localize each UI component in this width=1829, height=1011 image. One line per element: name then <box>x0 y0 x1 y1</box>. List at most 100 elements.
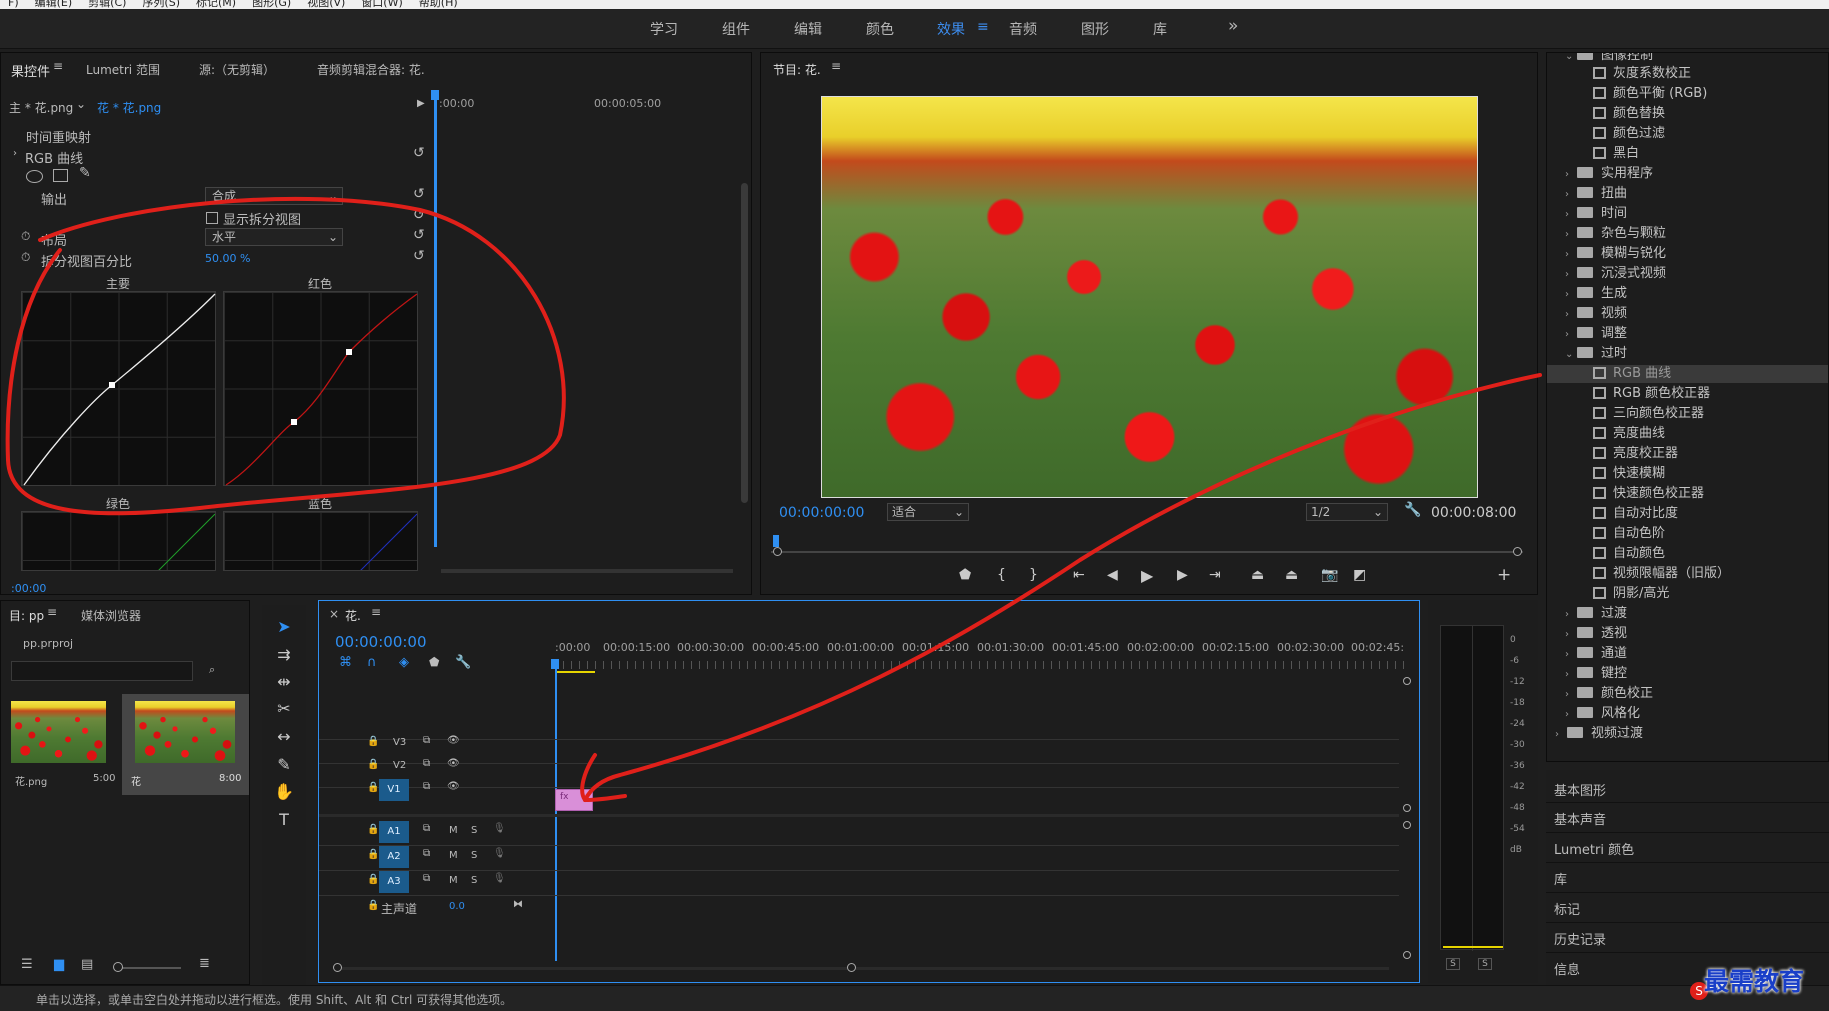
sort-icon[interactable]: ≣ <box>199 956 210 971</box>
selection-tool-icon[interactable]: ➤ <box>272 617 296 637</box>
horizontal-scrollbar[interactable] <box>441 569 733 573</box>
mute-button[interactable]: M <box>449 825 458 836</box>
zoom-slider[interactable] <box>116 967 181 969</box>
lock-icon[interactable]: 🔒 <box>367 900 379 911</box>
workspace-libraries[interactable]: 库 <box>1153 19 1167 39</box>
hamburger-icon[interactable]: ≡ <box>371 605 381 619</box>
vertical-scrollbar[interactable] <box>741 183 748 503</box>
track-label-a3[interactable]: A3 <box>379 871 409 893</box>
layout-select[interactable]: 水平 ⌄ <box>205 228 343 246</box>
close-icon[interactable]: × <box>329 607 339 621</box>
solo-right-button[interactable]: S <box>1478 958 1492 970</box>
program-video-frame[interactable] <box>821 96 1478 498</box>
timeline-h-scrollbar[interactable] <box>339 967 1389 970</box>
go-to-in-icon[interactable]: ⇤ <box>1073 567 1085 583</box>
program-timecode[interactable]: 00:00:00:00 <box>779 505 864 521</box>
rectangle-mask-icon[interactable] <box>53 169 68 182</box>
go-to-end-icon[interactable]: ⧓ <box>513 899 523 910</box>
menu-help[interactable]: 帮助(H) <box>419 0 458 8</box>
reset-icon[interactable]: ↺ <box>413 207 425 223</box>
tab-sequence[interactable]: 花. <box>345 607 361 624</box>
workspace-graphics[interactable]: 图形 <box>1081 19 1109 39</box>
tab-source[interactable]: 源:（无剪辑） <box>199 61 275 78</box>
menu-edit[interactable]: 编辑(E) <box>35 0 73 8</box>
program-playhead[interactable] <box>773 535 779 547</box>
type-tool-icon[interactable]: T <box>272 810 296 830</box>
hamburger-icon[interactable]: ≡ <box>831 59 841 73</box>
folder-noise-grain[interactable]: › 杂色与颗粒 <box>1565 224 1666 244</box>
folder-perspective[interactable]: › 透视 <box>1565 624 1627 644</box>
menu-window[interactable]: 窗口(W) <box>361 0 402 8</box>
folder-utility[interactable]: › 实用程序 <box>1565 164 1653 184</box>
mic-icon[interactable]: 🎙 <box>493 848 506 859</box>
timeline-clip[interactable]: fx <box>555 789 593 811</box>
workspace-assembly[interactable]: 组件 <box>722 19 750 39</box>
step-forward-icon[interactable]: ▶ <box>1177 567 1188 583</box>
workspace-effects[interactable]: 效果 <box>937 19 965 39</box>
effect-item[interactable]: 亮度曲线 <box>1593 424 1665 444</box>
effect-item[interactable]: 三向颜色校正器 <box>1593 404 1704 424</box>
more-workspaces-icon[interactable]: » <box>1228 16 1238 36</box>
solo-button[interactable]: S <box>471 850 477 861</box>
menu-file[interactable]: F) <box>8 0 19 8</box>
track-label-v2[interactable]: V2 <box>393 760 406 771</box>
project-search-input[interactable] <box>11 661 193 681</box>
section-history[interactable]: 历史记录 <box>1554 929 1606 948</box>
timeline-timecode[interactable]: 00:00:00:00 <box>335 633 427 651</box>
play-icon[interactable]: ▶ <box>1141 566 1153 585</box>
zoom-slider-handle[interactable] <box>113 962 123 972</box>
folder-immersive[interactable]: › 沉浸式视频 <box>1565 264 1666 284</box>
timeline-playhead-handle[interactable] <box>551 659 559 669</box>
lock-icon[interactable]: 🔒 <box>367 874 379 885</box>
effect-item[interactable]: 阴影/高光 <box>1593 584 1669 604</box>
workspace-color[interactable]: 颜色 <box>866 19 894 39</box>
menu-view[interactable]: 视图(V) <box>307 0 345 8</box>
snap-icon[interactable]: ∩ <box>367 655 377 670</box>
sync-lock-icon[interactable]: ⧉ <box>423 735 430 746</box>
v-scroll-handle[interactable] <box>1403 677 1411 685</box>
linked-selection-icon[interactable]: ◈ <box>399 655 409 670</box>
solo-button[interactable]: S <box>471 825 477 836</box>
red-curve-graph[interactable] <box>223 291 418 486</box>
wrench-icon[interactable]: 🔧 <box>455 655 471 670</box>
hamburger-icon[interactable]: ≡ <box>53 59 63 73</box>
mark-out-icon[interactable]: } <box>1029 567 1038 583</box>
folder-transition[interactable]: › 过渡 <box>1565 604 1627 624</box>
freeform-view-icon[interactable]: ▤ <box>81 957 93 972</box>
sync-lock-icon[interactable]: ⧉ <box>423 781 430 792</box>
menu-markers[interactable]: 标记(M) <box>196 0 236 8</box>
timeline-playhead[interactable] <box>555 661 557 961</box>
wrench-icon[interactable]: 🔧 <box>1404 502 1421 518</box>
section-essential-graphics[interactable]: 基本图形 <box>1554 780 1606 799</box>
mic-icon[interactable]: 🎙 <box>493 823 506 834</box>
effect-item[interactable]: 颜色过滤 <box>1593 124 1665 144</box>
ec-timecode[interactable]: :00:00 <box>11 582 46 595</box>
chevron-down-icon[interactable]: ⌄ <box>76 97 86 111</box>
output-select[interactable]: 合成 ⌄ <box>205 187 343 205</box>
scroll-handle-left[interactable] <box>773 547 782 556</box>
h-scroll-handle-right[interactable] <box>847 963 856 972</box>
reset-icon[interactable]: ↺ <box>413 248 425 264</box>
section-essential-sound[interactable]: 基本声音 <box>1554 809 1606 828</box>
folder-keying[interactable]: › 键控 <box>1565 664 1627 684</box>
folder-blur-sharpen[interactable]: › 模糊与锐化 <box>1565 244 1666 264</box>
menu-sequence[interactable]: 序列(S) <box>142 0 180 8</box>
effect-item[interactable]: 自动对比度 <box>1593 504 1678 524</box>
effect-item[interactable]: 颜色平衡 (RGB) <box>1593 84 1707 104</box>
effect-item[interactable]: 快速颜色校正器 <box>1593 484 1704 504</box>
compare-icon[interactable]: ◩ <box>1353 567 1366 583</box>
lock-icon[interactable]: 🔒 <box>367 824 379 835</box>
pen-tool-icon[interactable]: ✎ <box>272 755 296 775</box>
h-scroll-handle-left[interactable] <box>333 963 342 972</box>
add-marker-icon[interactable]: ⬟ <box>429 655 439 669</box>
pen-mask-icon[interactable]: ✎ <box>79 165 91 181</box>
tab-project[interactable]: 目: pp <box>9 607 44 624</box>
split-percent-value[interactable]: 50.00 % <box>205 252 250 265</box>
folder-color-correction[interactable]: › 颜色校正 <box>1565 684 1653 704</box>
workspace-learn[interactable]: 学习 <box>650 19 678 39</box>
blue-curve-graph[interactable] <box>223 511 418 571</box>
eye-icon[interactable]: 👁 <box>447 781 460 792</box>
razor-tool-icon[interactable]: ✂ <box>272 699 296 719</box>
tab-audio-clip-mixer[interactable]: 音频剪辑混合器: 花. <box>317 61 425 78</box>
track-label-a2[interactable]: A2 <box>379 846 409 868</box>
